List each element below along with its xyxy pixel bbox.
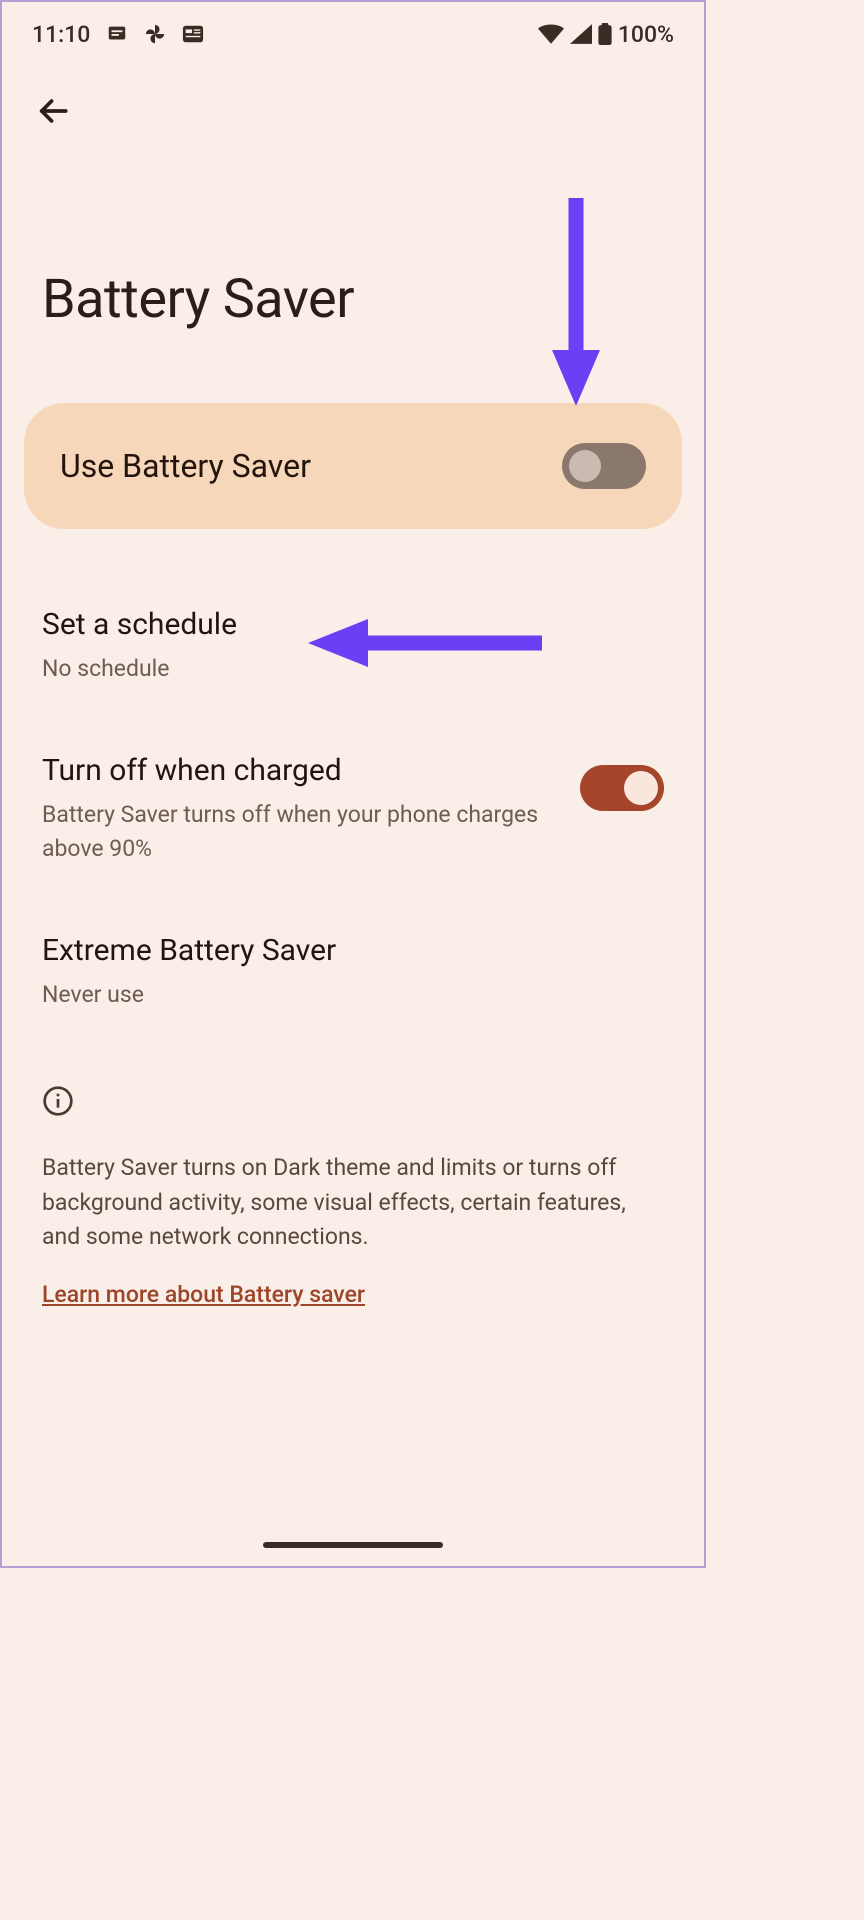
gesture-nav-handle[interactable] — [263, 1542, 443, 1548]
turn-off-when-charged-row[interactable]: Turn off when charged Battery Saver turn… — [2, 753, 704, 865]
info-block: Battery Saver turns on Dark theme and li… — [2, 1085, 704, 1308]
status-bar: 11:10 100% — [2, 2, 704, 58]
use-battery-saver-row[interactable]: Use Battery Saver — [24, 403, 682, 529]
news-icon — [182, 24, 204, 44]
extreme-battery-saver-title: Extreme Battery Saver — [42, 933, 664, 968]
status-bar-right: 100% — [538, 21, 674, 48]
wifi-icon — [538, 24, 564, 44]
extreme-battery-saver-subtitle: Never use — [42, 978, 664, 1011]
extreme-battery-saver-row[interactable]: Extreme Battery Saver Never use — [2, 933, 704, 1011]
photos-icon — [144, 23, 166, 45]
turn-off-when-charged-subtitle: Battery Saver turns off when your phone … — [42, 798, 556, 865]
info-text: Battery Saver turns on Dark theme and li… — [42, 1151, 664, 1255]
use-battery-saver-toggle[interactable] — [562, 443, 646, 489]
set-schedule-row[interactable]: Set a schedule No schedule — [2, 607, 704, 685]
back-button[interactable] — [28, 86, 78, 140]
page-title: Battery Saver — [2, 140, 704, 331]
battery-icon — [598, 23, 612, 45]
set-schedule-subtitle: No schedule — [42, 652, 664, 685]
battery-percentage: 100% — [618, 21, 674, 48]
status-time: 11:10 — [32, 21, 90, 48]
info-icon — [42, 1085, 664, 1121]
turn-off-when-charged-title: Turn off when charged — [42, 753, 556, 788]
messages-icon — [106, 23, 128, 45]
app-bar — [2, 58, 704, 140]
set-schedule-title: Set a schedule — [42, 607, 664, 642]
cell-signal-icon — [570, 24, 592, 44]
learn-more-link[interactable]: Learn more about Battery saver — [42, 1281, 365, 1308]
status-bar-left: 11:10 — [32, 21, 204, 48]
use-battery-saver-label: Use Battery Saver — [60, 447, 311, 485]
arrow-left-icon — [36, 94, 70, 128]
turn-off-when-charged-toggle[interactable] — [580, 765, 664, 811]
